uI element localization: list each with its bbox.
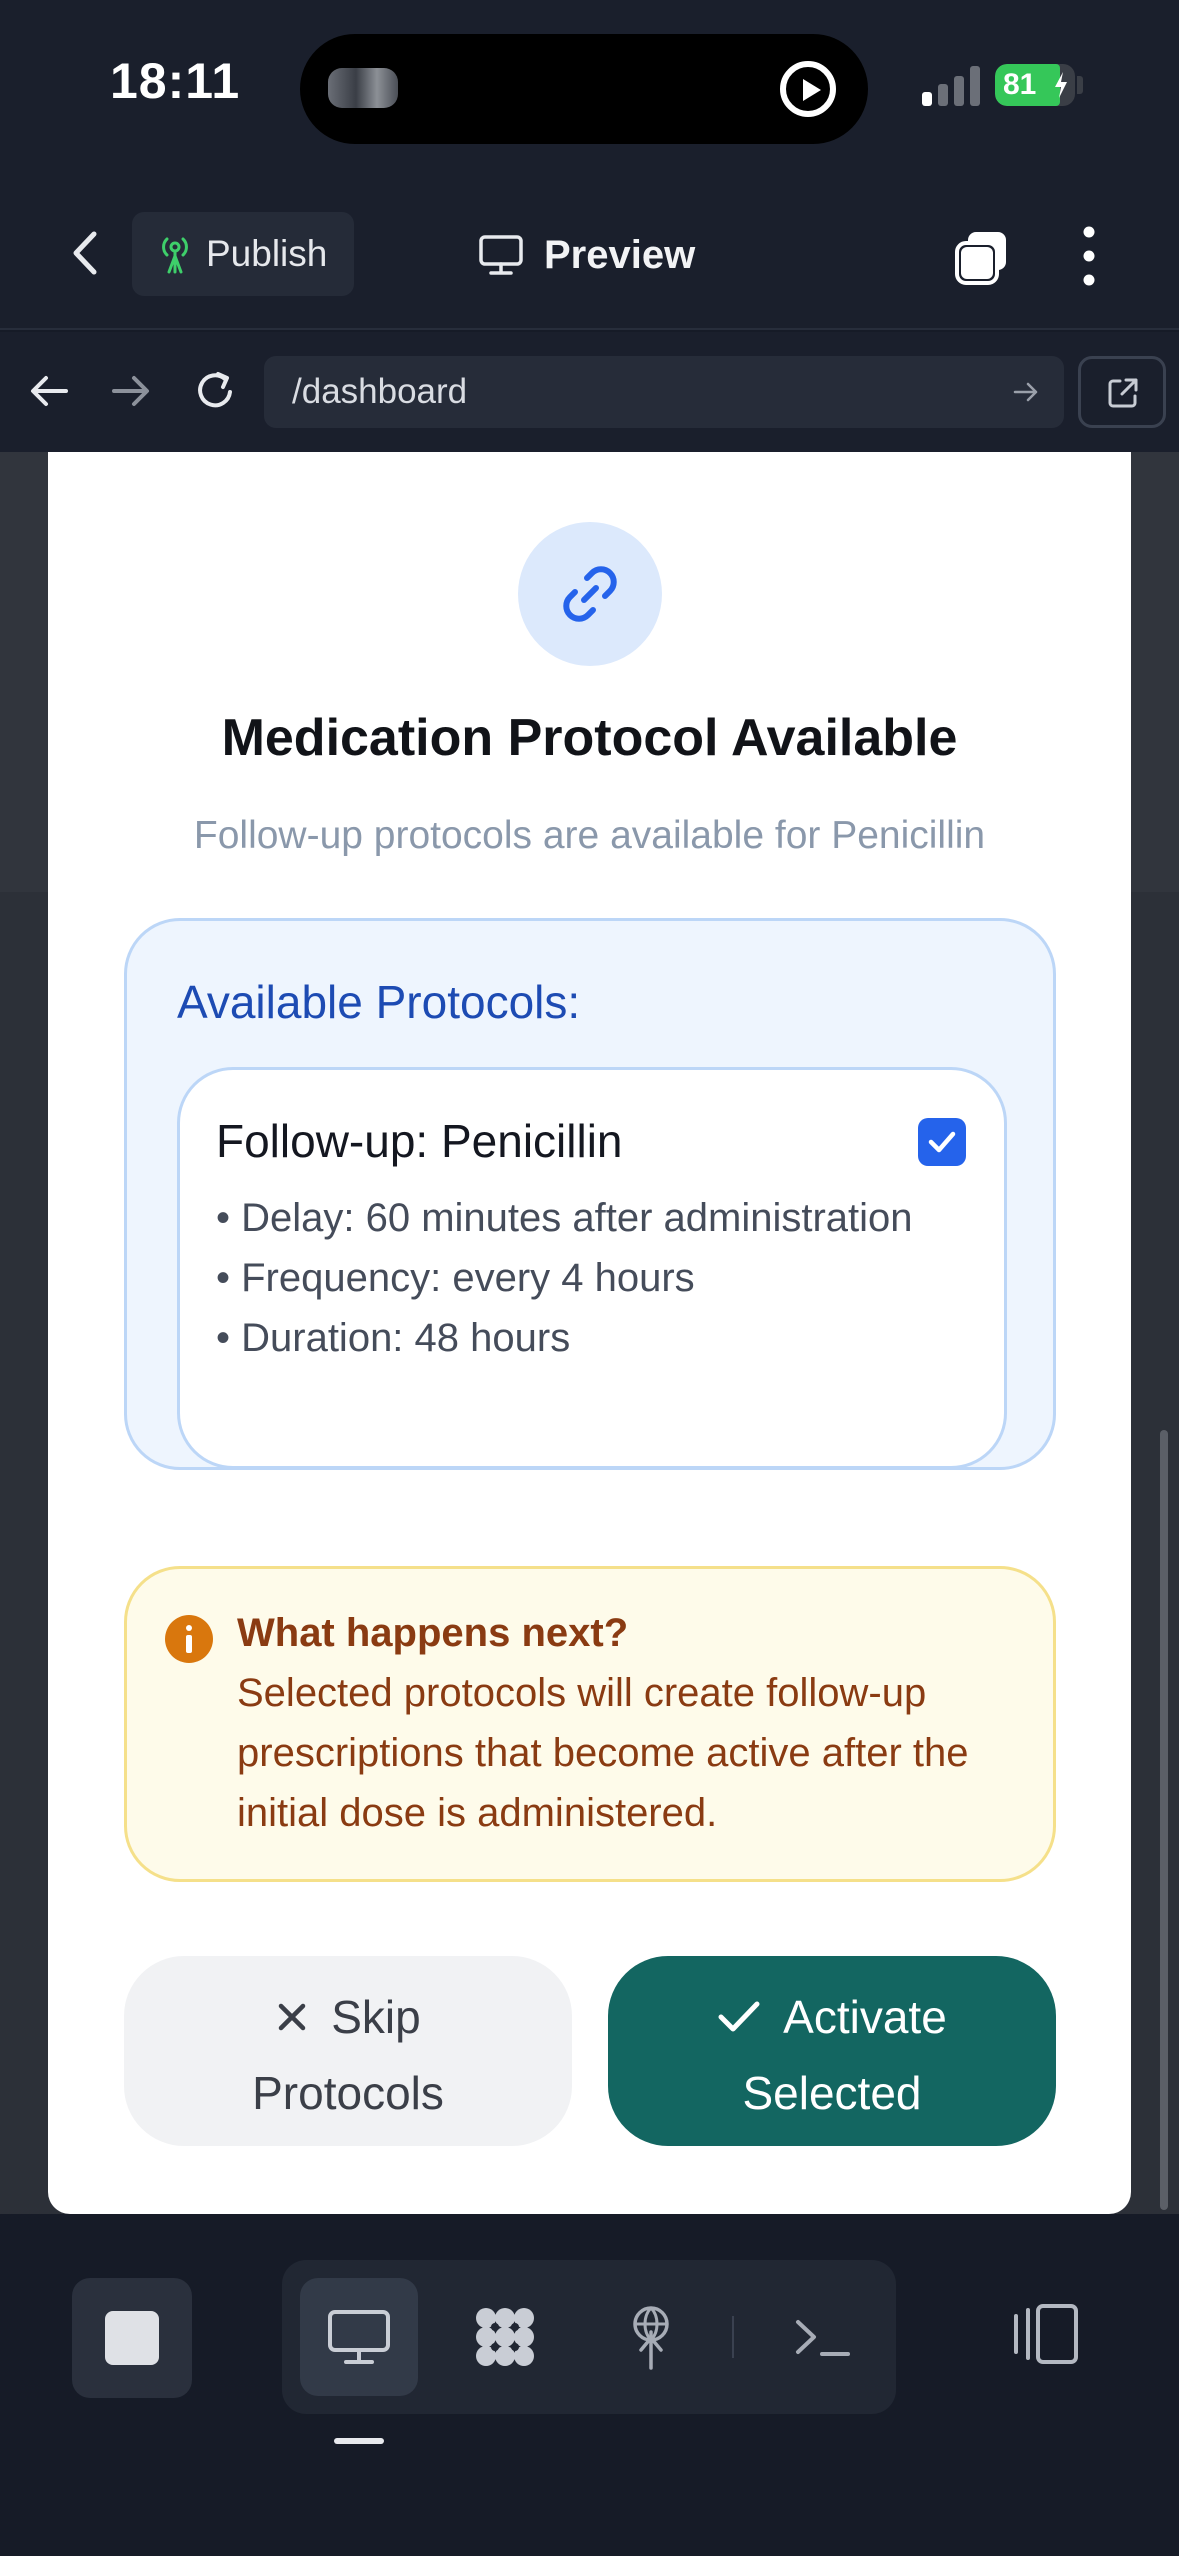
battery-percent: 81 [1003, 68, 1037, 101]
url-bar: /dashboard [0, 332, 1179, 452]
activate-button-line1: Activate [608, 1990, 1056, 2044]
status-bar: 18:11 81 [0, 0, 1179, 180]
activate-selected-button[interactable]: Activate Selected [608, 1956, 1056, 2146]
go-arrow-icon[interactable] [1010, 376, 1042, 408]
url-text: /dashboard [292, 372, 468, 411]
cellular-signal-icon [922, 64, 984, 106]
protocol-checkbox[interactable] [918, 1118, 966, 1166]
external-link-icon [1108, 378, 1138, 408]
modal-subtitle: Follow-up protocols are available for Pe… [193, 814, 986, 857]
kebab-menu-icon[interactable] [1074, 224, 1104, 288]
protocol-card[interactable]: Follow-up: Penicillin • Delay: 60 minute… [177, 1067, 1007, 1469]
protocols-heading: Available Protocols: [177, 976, 581, 1028]
play-icon[interactable] [780, 61, 836, 117]
protocol-details: • Delay: 60 minutes after administration… [216, 1188, 976, 1368]
link-icon-badge [518, 522, 662, 666]
preview-button[interactable]: Preview [478, 218, 695, 292]
protocol-modal: Medication Protocol Available Follow-up … [48, 452, 1131, 2214]
protocol-duration: • Duration: 48 hours [216, 1316, 571, 1360]
url-field[interactable]: /dashboard [264, 356, 1064, 428]
preview-label: Preview [544, 232, 696, 277]
link-icon [563, 566, 617, 622]
info-callout: What happens next? Selected protocols wi… [124, 1566, 1056, 1882]
tabs-icon[interactable] [952, 228, 1012, 288]
info-title: What happens next? [237, 1611, 629, 1655]
battery-icon: 81 [995, 64, 1075, 106]
scrollbar[interactable] [1160, 1430, 1168, 2210]
protocol-frequency: • Frequency: every 4 hours [216, 1256, 695, 1300]
info-text: Selected protocols will create follow-up… [237, 1671, 969, 1835]
desktop-icon [328, 2310, 390, 2364]
toolbar-divider [732, 2316, 734, 2358]
checkmark-icon [928, 1131, 956, 1153]
stop-icon[interactable] [72, 2278, 192, 2398]
apps-grid-icon [476, 2308, 534, 2366]
arrow-left-icon[interactable] [24, 366, 74, 416]
skip-label: Skip [331, 1991, 421, 2043]
desktop-view-button[interactable] [300, 2278, 418, 2396]
chevron-left-icon[interactable] [66, 228, 106, 278]
broadcast-tower-icon [633, 2306, 669, 2370]
skip-button-line1: Skip [124, 1990, 572, 2044]
publish-label: Publish [206, 233, 328, 274]
close-icon [279, 2003, 306, 2031]
activate-label: Activate [783, 1991, 947, 2043]
terminal-icon [796, 2320, 850, 2356]
apps-button[interactable] [446, 2278, 564, 2396]
app-bar: Publish Preview [0, 180, 1179, 330]
publish-button[interactable]: Publish [132, 212, 354, 296]
bottom-toolbar [0, 2214, 1179, 2556]
status-time: 18:11 [110, 53, 241, 109]
reload-icon[interactable] [190, 366, 240, 416]
publish-tool-button[interactable] [592, 2278, 710, 2396]
battery-nub [1077, 76, 1083, 94]
view-switcher [282, 2260, 896, 2414]
screen: 18:11 81 Publish Preview /dashboard Medi… [0, 0, 1179, 2556]
modal-title: Medication Protocol Available [221, 709, 958, 767]
broadcast-tower-icon [162, 237, 188, 274]
active-tab-indicator [334, 2438, 384, 2444]
skip-protocols-button[interactable]: Skip Protocols [124, 1956, 572, 2146]
arrow-right-icon[interactable] [106, 366, 156, 416]
activate-label-line2: Selected [742, 2067, 922, 2119]
protocol-delay: • Delay: 60 minutes after administration [216, 1196, 913, 1240]
protocol-name: Follow-up: Penicillin [216, 1115, 623, 1167]
external-link-button[interactable] [1078, 356, 1166, 428]
dynamic-island[interactable] [300, 34, 868, 144]
terminal-button[interactable] [764, 2278, 882, 2396]
side-panel-icon[interactable] [1010, 2298, 1082, 2370]
skip-label-line2: Protocols [252, 2067, 444, 2119]
available-protocols-section: Available Protocols: Follow-up: Penicill… [124, 918, 1056, 1470]
monitor-icon [479, 235, 523, 275]
checkmark-icon [718, 2001, 760, 2032]
info-icon [165, 1615, 213, 1663]
media-thumbnail [328, 68, 398, 108]
